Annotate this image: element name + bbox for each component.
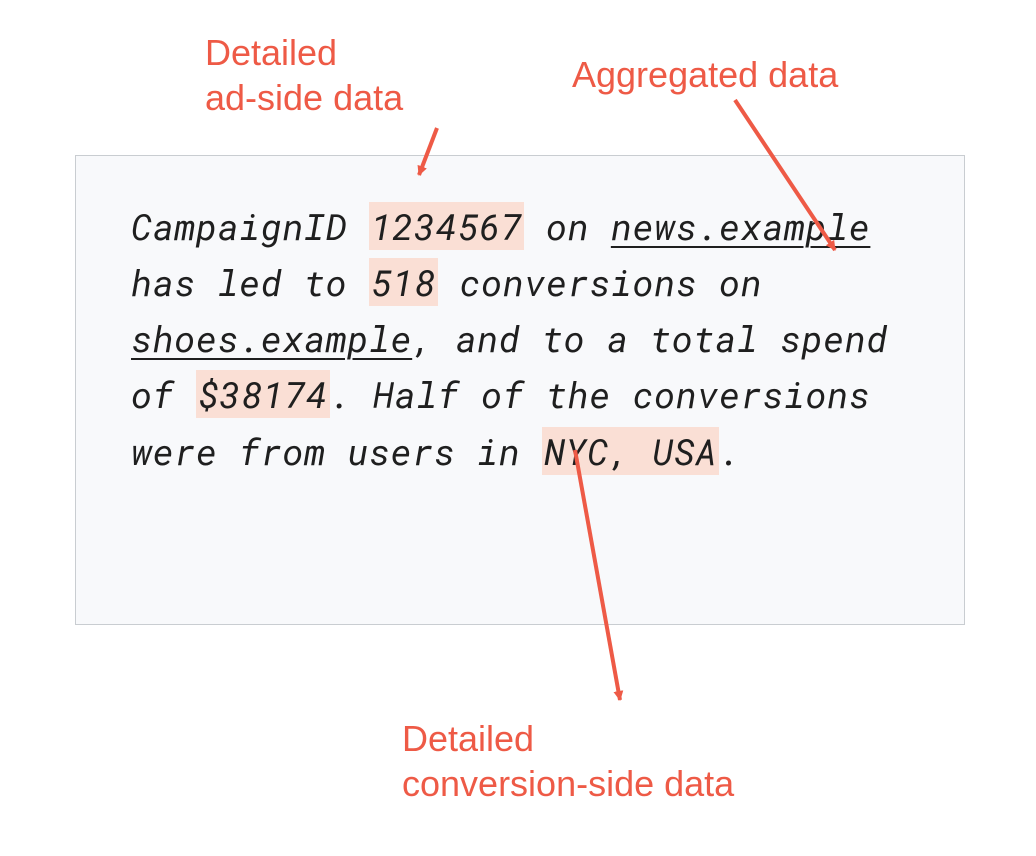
label-ad-side: Detailed ad-side data [205, 30, 403, 120]
label-conv-side-line2: conversion-side data [402, 763, 734, 804]
hl-spend: $38174 [196, 370, 330, 418]
text-fragment: has led to [131, 258, 369, 306]
hl-campaign-id: 1234567 [369, 202, 524, 250]
example-text-box: CampaignID 1234567 on news.example has l… [75, 155, 965, 625]
hl-geo: NYC, USA [542, 427, 719, 475]
link-shoes-site: shoes.example [131, 314, 412, 362]
label-ad-side-line2: ad-side data [205, 77, 403, 118]
text-fragment: . [719, 427, 741, 475]
example-text: CampaignID 1234567 on news.example has l… [131, 198, 909, 479]
text-fragment: conversions on [438, 258, 762, 306]
text-fragment: on [524, 202, 611, 250]
label-conv-side-line1: Detailed [402, 718, 534, 759]
label-conv-side: Detailed conversion-side data [402, 716, 734, 806]
hl-conversion-count: 518 [369, 258, 438, 306]
text-fragment: CampaignID [131, 202, 369, 250]
label-ad-side-line1: Detailed [205, 32, 337, 73]
link-news-site: news.example [611, 202, 871, 250]
label-aggregated: Aggregated data [572, 52, 838, 97]
